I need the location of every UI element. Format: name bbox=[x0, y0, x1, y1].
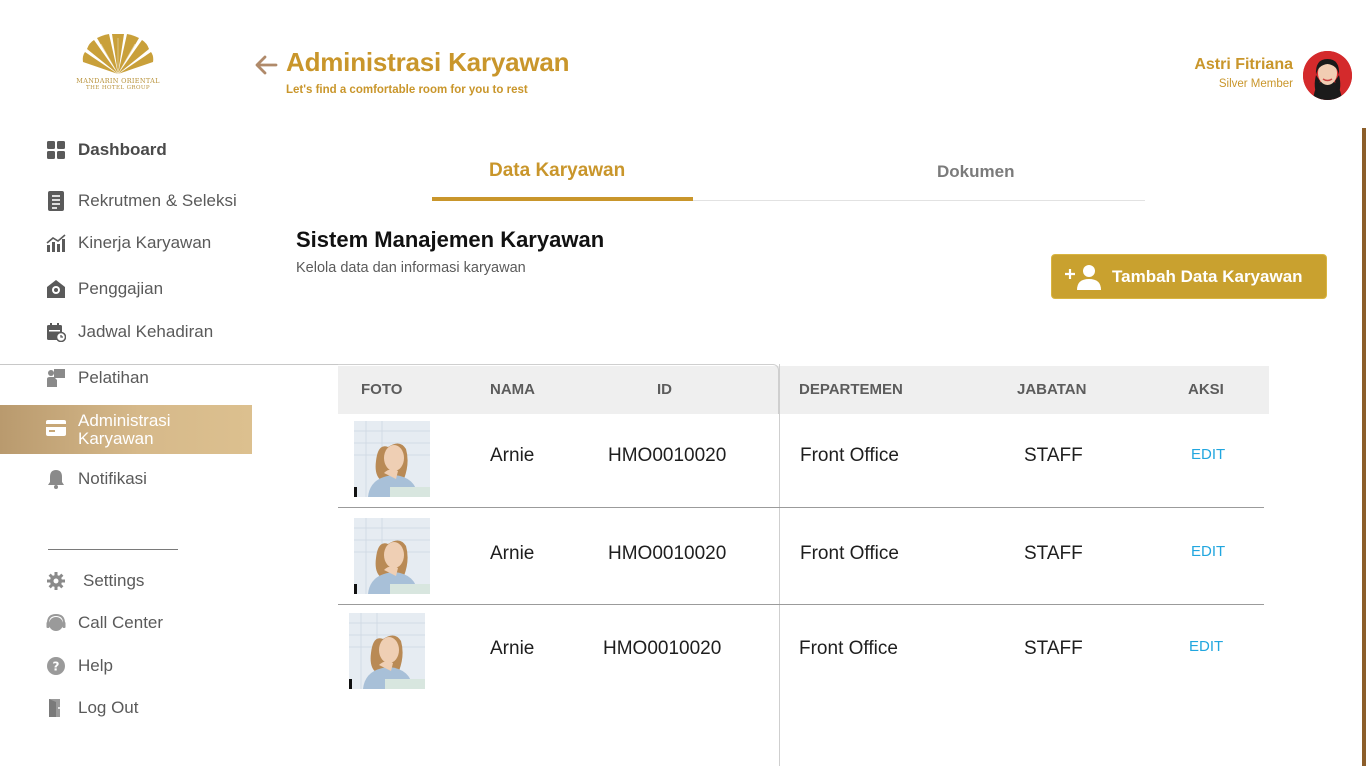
sidebar-item-dashboard[interactable]: Dashboard bbox=[46, 138, 167, 162]
employee-photo bbox=[349, 613, 425, 689]
sidebar-item-kinerja[interactable]: Kinerja Karyawan bbox=[46, 231, 211, 255]
column-header-jabatan: JABATAN bbox=[1017, 381, 1087, 398]
sidebar-item-label: Administrasi Karyawan bbox=[78, 411, 171, 448]
cell-jabatan: STAFF bbox=[1024, 638, 1083, 659]
add-user-icon bbox=[1064, 263, 1102, 291]
user-tier: Silver Member bbox=[1218, 78, 1293, 90]
tab-dokumen[interactable]: Dokumen bbox=[937, 162, 1014, 182]
page-subtitle: Let's find a comfortable room for you to… bbox=[286, 84, 528, 96]
user-name: Astri Fitriana bbox=[1194, 56, 1293, 73]
divider bbox=[0, 364, 338, 365]
arrow-left-icon[interactable] bbox=[254, 54, 278, 76]
sidebar-item-label: Dashboard bbox=[78, 140, 167, 159]
section-subtitle: Kelola data dan informasi karyawan bbox=[296, 260, 526, 276]
brand-name: MANDARIN ORIENTAL bbox=[76, 77, 160, 85]
help-icon: ? bbox=[46, 656, 66, 676]
cell-departemen: Front Office bbox=[800, 543, 899, 564]
table-header-frame bbox=[338, 364, 779, 414]
sidebar-item-label: Help bbox=[78, 656, 113, 675]
sidebar-item-logout[interactable]: Log Out bbox=[46, 696, 139, 720]
column-header-foto: FOTO bbox=[361, 381, 403, 398]
training-icon bbox=[46, 368, 66, 388]
sidebar-item-call-center[interactable]: Call Center bbox=[46, 611, 163, 635]
sidebar-item-help[interactable]: ? Help bbox=[46, 654, 113, 678]
sidebar-item-label: Call Center bbox=[78, 613, 164, 632]
chart-icon bbox=[46, 233, 66, 253]
sidebar-item-label: Kinerja Karyawan bbox=[78, 233, 212, 252]
sidebar-item-rekrutmen[interactable]: Rekrutmen & Seleksi bbox=[46, 189, 237, 213]
cell-nama: Arnie bbox=[490, 445, 535, 466]
employee-photo bbox=[354, 518, 430, 594]
cell-jabatan: STAFF bbox=[1024, 445, 1083, 466]
payroll-icon bbox=[46, 279, 66, 299]
sidebar-item-label: Penggajian bbox=[78, 279, 164, 298]
section-title: Sistem Manajemen Karyawan bbox=[296, 227, 605, 252]
row-divider bbox=[338, 604, 1264, 605]
cell-id: HMO0010020 bbox=[608, 445, 727, 466]
card-icon bbox=[46, 420, 66, 441]
sidebar-item-settings[interactable]: Settings bbox=[46, 569, 144, 593]
sidebar-item-administrasi[interactable]: Administrasi Karyawan bbox=[0, 405, 252, 454]
column-header-departemen: DEPARTEMEN bbox=[799, 381, 903, 398]
edit-link[interactable]: EDIT bbox=[1189, 638, 1223, 655]
column-header-id: ID bbox=[657, 381, 672, 398]
column-header-aksi: AKSI bbox=[1188, 381, 1224, 398]
sidebar-item-jadwal[interactable]: Jadwal Kehadiran bbox=[46, 320, 213, 344]
bell-icon bbox=[46, 469, 66, 489]
page-title: Administrasi Karyawan bbox=[286, 47, 570, 77]
employee-photo bbox=[354, 421, 430, 497]
sidebar-item-notifikasi[interactable]: Notifikasi bbox=[46, 467, 147, 491]
edit-link[interactable]: EDIT bbox=[1191, 543, 1225, 560]
sidebar-item-pelatihan[interactable]: Pelatihan bbox=[46, 366, 149, 390]
sidebar-divider bbox=[48, 549, 178, 550]
grid-icon bbox=[46, 140, 66, 160]
sidebar-item-label: Settings bbox=[83, 571, 145, 590]
gear-icon bbox=[46, 571, 66, 591]
sidebar-item-label: Notifikasi bbox=[78, 469, 147, 488]
sidebar-item-label: Pelatihan bbox=[78, 368, 149, 387]
brand-logo[interactable]: MANDARIN ORIENTAL THE HOTEL GROUP bbox=[76, 34, 160, 98]
add-employee-button[interactable]: Tambah Data Karyawan bbox=[1051, 254, 1327, 299]
sidebar-item-label: Rekrutmen & Seleksi bbox=[78, 191, 237, 210]
logout-icon bbox=[46, 698, 66, 718]
sidebar-item-label: Jadwal Kehadiran bbox=[78, 322, 214, 341]
avatar[interactable] bbox=[1303, 51, 1352, 100]
cell-id: HMO0010020 bbox=[608, 543, 727, 564]
cell-nama: Arnie bbox=[490, 638, 535, 659]
cell-jabatan: STAFF bbox=[1024, 543, 1083, 564]
svg-text:?: ? bbox=[53, 660, 60, 674]
calendar-icon bbox=[46, 322, 66, 342]
row-divider bbox=[338, 507, 1264, 508]
tab-active-indicator bbox=[432, 197, 693, 201]
cell-nama: Arnie bbox=[490, 543, 535, 564]
cell-id: HMO0010020 bbox=[603, 638, 722, 659]
sidebar-item-label: Log Out bbox=[78, 698, 139, 717]
edit-link[interactable]: EDIT bbox=[1191, 446, 1225, 463]
fan-logo-icon bbox=[82, 34, 154, 75]
cell-departemen: Front Office bbox=[799, 638, 898, 659]
column-header-nama: NAMA bbox=[490, 381, 535, 398]
headset-icon bbox=[46, 613, 66, 633]
add-employee-label: Tambah Data Karyawan bbox=[1112, 266, 1303, 286]
list-icon bbox=[46, 191, 66, 211]
brand-tagline: THE HOTEL GROUP bbox=[86, 85, 150, 91]
sidebar-item-penggajian[interactable]: Penggajian bbox=[46, 277, 163, 301]
cell-departemen: Front Office bbox=[800, 445, 899, 466]
column-divider bbox=[779, 364, 780, 766]
scrollbar[interactable] bbox=[1362, 128, 1366, 766]
tab-data-karyawan[interactable]: Data Karyawan bbox=[489, 160, 625, 182]
